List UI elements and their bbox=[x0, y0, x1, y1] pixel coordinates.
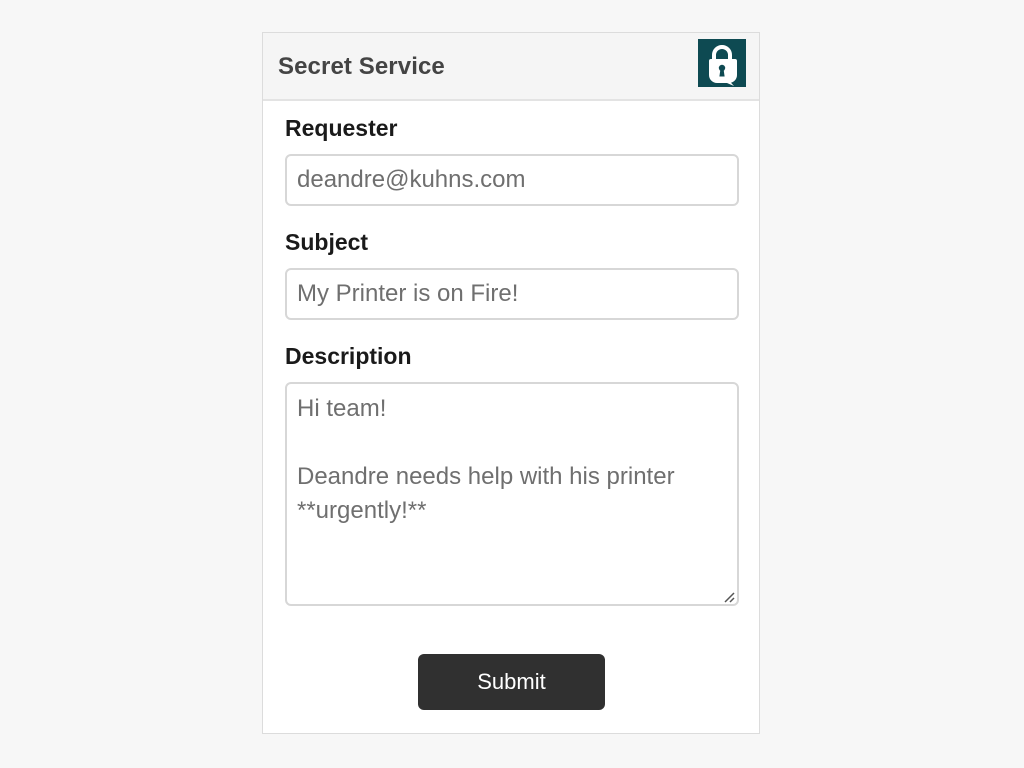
app-title: Secret Service bbox=[278, 53, 445, 80]
submit-button[interactable]: Submit bbox=[418, 654, 605, 710]
subject-input[interactable] bbox=[285, 268, 739, 320]
subject-label: Subject bbox=[285, 229, 369, 255]
description-label: Description bbox=[285, 343, 412, 369]
lock-chat-icon bbox=[698, 39, 746, 87]
requester-label: Requester bbox=[285, 115, 398, 141]
requester-input[interactable] bbox=[285, 154, 739, 206]
description-textarea[interactable]: Hi team! Deandre needs help with his pri… bbox=[285, 382, 739, 606]
panel-header: Secret Service bbox=[263, 33, 759, 101]
ticket-form-panel: Secret Service Requester Subject Descrip… bbox=[262, 32, 760, 734]
resize-handle-icon[interactable] bbox=[723, 591, 735, 603]
